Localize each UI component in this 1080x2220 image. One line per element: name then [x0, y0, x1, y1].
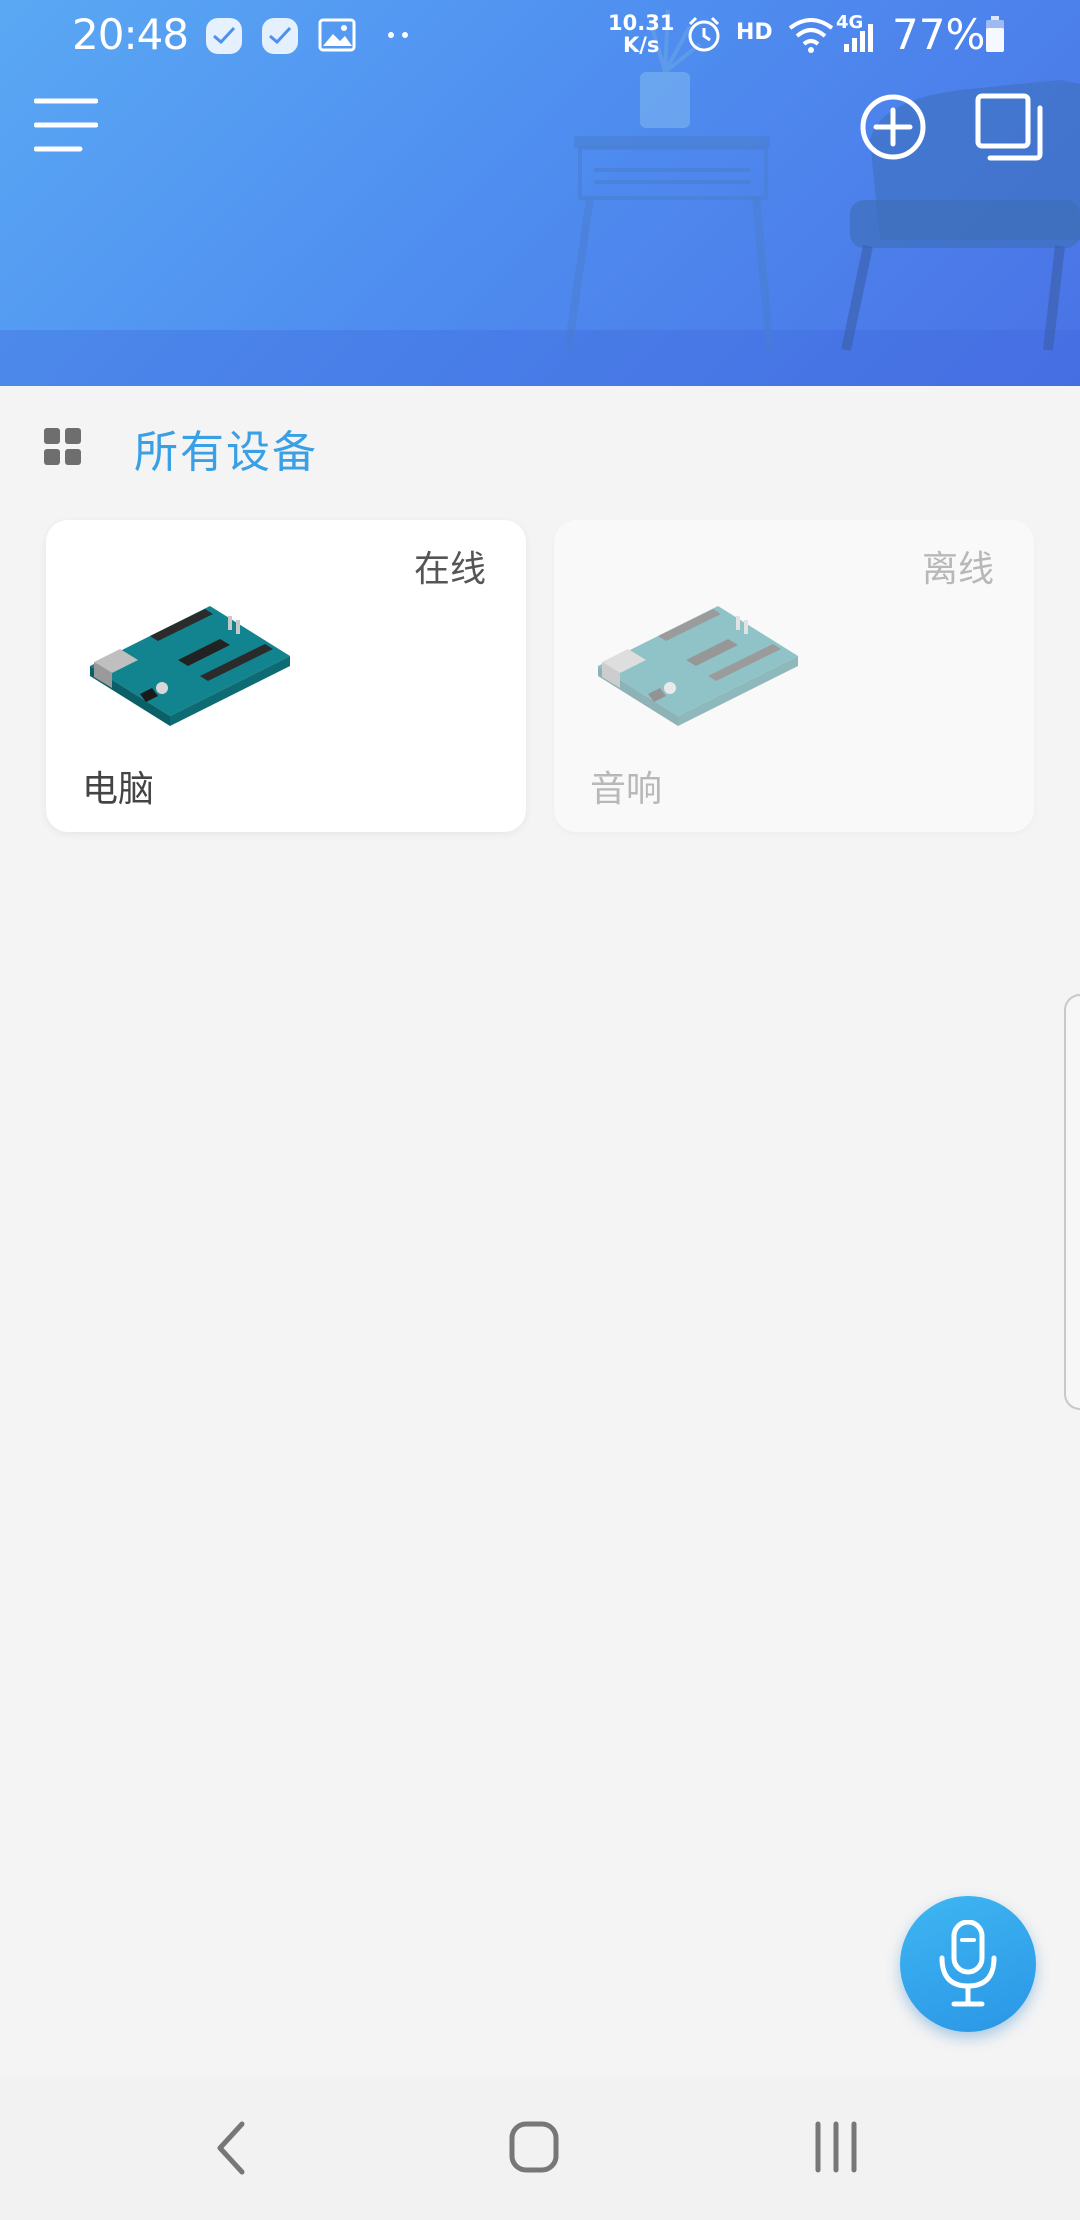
add-circle-icon: [860, 94, 926, 160]
image-icon: [318, 18, 356, 52]
grid-icon: [44, 428, 81, 465]
battery-percent: 77%: [892, 10, 986, 59]
net-speed-unit: K/s: [622, 33, 660, 57]
header: 20:48 10.31 K/s HD 4G 77%: [0, 0, 1080, 386]
home-icon: [509, 2121, 559, 2173]
recents-icon: [815, 2121, 857, 2173]
notification-app-icon: [206, 18, 242, 54]
net-speed-value: 10.31: [608, 11, 675, 35]
voice-input-button[interactable]: [900, 1896, 1036, 2032]
wifi-icon: [788, 18, 834, 53]
device-card-computer[interactable]: 在线 电脑: [46, 520, 526, 832]
section-title: 所有设备: [134, 427, 318, 478]
device-card-speaker[interactable]: 离线 音响: [554, 520, 1034, 832]
device-name: 音响: [590, 769, 663, 810]
arduino-board-icon: [598, 606, 798, 726]
device-name: 电脑: [82, 769, 155, 810]
window-switch-button[interactable]: [974, 92, 1044, 162]
microphone-icon: [939, 1920, 997, 2007]
menu-button[interactable]: [33, 96, 99, 154]
notification-app-icon: [262, 18, 298, 54]
status-bar: 20:48 10.31 K/s HD 4G 77%: [0, 0, 1080, 72]
signal-icon: [844, 24, 873, 52]
add-device-button[interactable]: [858, 92, 928, 162]
more-dots-icon: [388, 32, 408, 38]
menu-icon: [33, 98, 99, 152]
recents-button[interactable]: [798, 2116, 878, 2180]
window-switch-icon: [975, 93, 1043, 161]
arduino-board-icon: [90, 606, 290, 726]
device-status: 在线: [413, 549, 486, 590]
edge-panel-handle[interactable]: [1064, 994, 1080, 1410]
net-speed: 10.31 K/s: [608, 12, 674, 56]
home-button[interactable]: [494, 2116, 574, 2180]
back-icon: [217, 2121, 245, 2175]
device-status: 离线: [921, 549, 994, 590]
alarm-icon: [688, 16, 720, 52]
hd-indicator: HD: [736, 20, 773, 45]
status-time: 20:48: [72, 10, 189, 59]
navigation-bar: [0, 2076, 1080, 2220]
back-button[interactable]: [194, 2116, 274, 2180]
section-header: 所有设备: [0, 386, 1080, 506]
battery-icon: [986, 16, 1004, 52]
